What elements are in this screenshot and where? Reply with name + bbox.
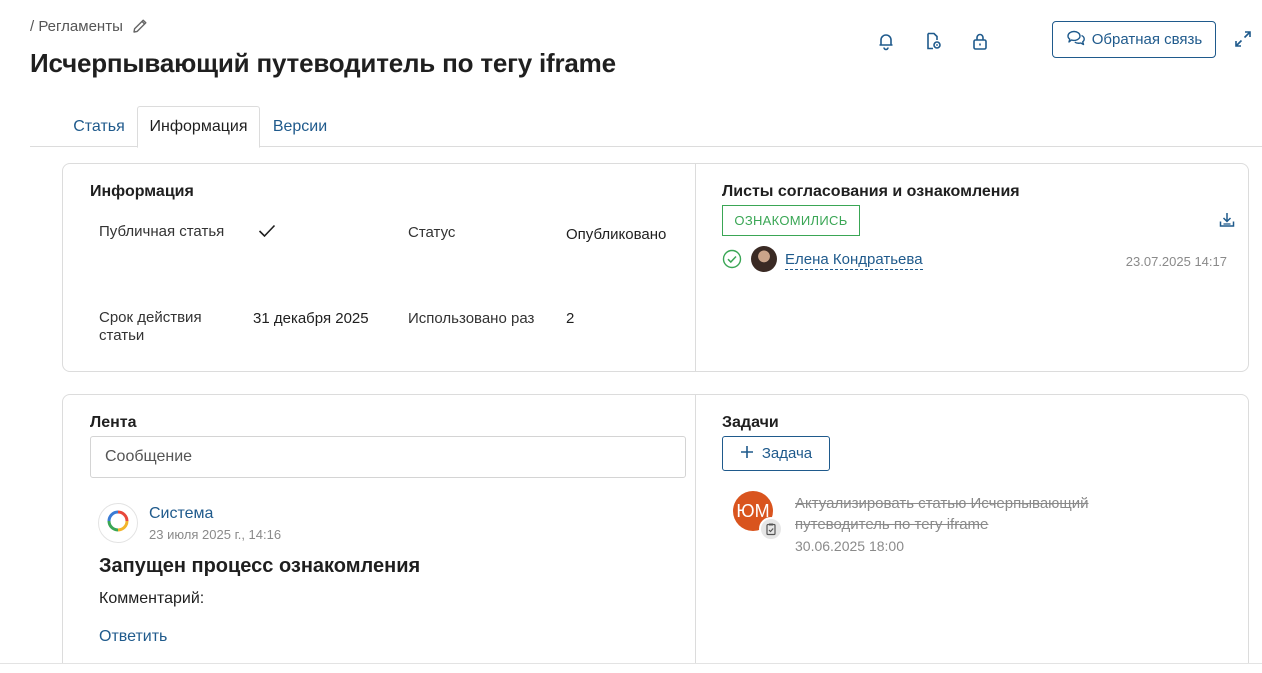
pencil-icon[interactable] — [131, 17, 149, 35]
lock-icon[interactable] — [969, 30, 991, 52]
public-label: Публичная статья — [99, 223, 225, 240]
add-task-label: Задача — [761, 445, 813, 462]
person-link[interactable]: Елена Кондратьева — [785, 251, 923, 270]
page-title: Исчерпывающий путеводитель по тегу ifram… — [30, 48, 616, 78]
divider — [695, 395, 696, 673]
page: / Регламенты Исчерпывающий путеводитель … — [0, 0, 1262, 673]
reply-link[interactable]: Ответить — [99, 628, 167, 646]
approval-title: Листы согласования и ознакомления — [722, 183, 1020, 200]
check-icon — [257, 222, 277, 245]
status-badge: ОЗНАКОМИЛИСЬ — [722, 205, 860, 236]
divider — [695, 164, 696, 371]
avatar — [751, 246, 777, 272]
feed-author[interactable]: Система — [149, 505, 213, 523]
tab-bar: Статья Информация Версии — [30, 106, 1262, 148]
tasks-title: Задачи — [722, 414, 779, 431]
page-footer — [0, 664, 1262, 673]
feed-card: Лента Система 23 июля 2025 г., 14:16 Зап… — [62, 394, 1249, 673]
feedback-label: Обратная связь — [1091, 31, 1203, 48]
check-circle-icon — [722, 249, 742, 274]
bell-icon[interactable] — [875, 30, 897, 52]
add-task-button[interactable]: Задача — [722, 436, 830, 471]
message-input[interactable] — [90, 436, 686, 478]
task-item-date: 30.06.2025 18:00 — [795, 538, 904, 554]
task-item-title[interactable]: Актуализировать статью Исчерпывающий пут… — [795, 493, 1125, 535]
tab-information[interactable]: Информация — [137, 106, 260, 148]
system-avatar — [98, 503, 138, 543]
used-label: Использовано раз — [408, 310, 535, 327]
expand-icon[interactable] — [1233, 29, 1253, 49]
feed-title: Лента — [90, 414, 137, 431]
breadcrumb-link[interactable]: / Регламенты — [30, 18, 123, 35]
info-title: Информация — [90, 183, 194, 200]
document-settings-icon[interactable] — [922, 30, 944, 52]
post-title: Запущен процесс ознакомления — [99, 555, 421, 577]
status-value: Опубликовано — [566, 226, 667, 243]
validity-label: Срок действия статьи — [99, 309, 202, 344]
status-label: Статус — [408, 224, 456, 241]
download-icon[interactable] — [1218, 211, 1236, 234]
feed-date: 23 июля 2025 г., 14:16 — [149, 527, 282, 542]
chat-icon — [1066, 29, 1086, 51]
validity-value: 31 декабря 2025 — [253, 310, 369, 327]
used-value: 2 — [566, 310, 575, 327]
clipboard-icon — [759, 517, 783, 541]
approval-date: 23.07.2025 14:17 — [1125, 254, 1227, 269]
feedback-button[interactable]: Обратная связь — [1052, 21, 1216, 58]
info-card: Информация Публичная статья Статус Опубл… — [62, 163, 1249, 372]
system-logo-icon — [106, 509, 130, 538]
tab-versions[interactable]: Версии — [265, 106, 335, 147]
tab-article[interactable]: Статья — [66, 106, 132, 147]
comment-label: Комментарий: — [99, 590, 205, 607]
plus-icon — [740, 445, 754, 463]
breadcrumb: / Регламенты — [30, 17, 149, 35]
